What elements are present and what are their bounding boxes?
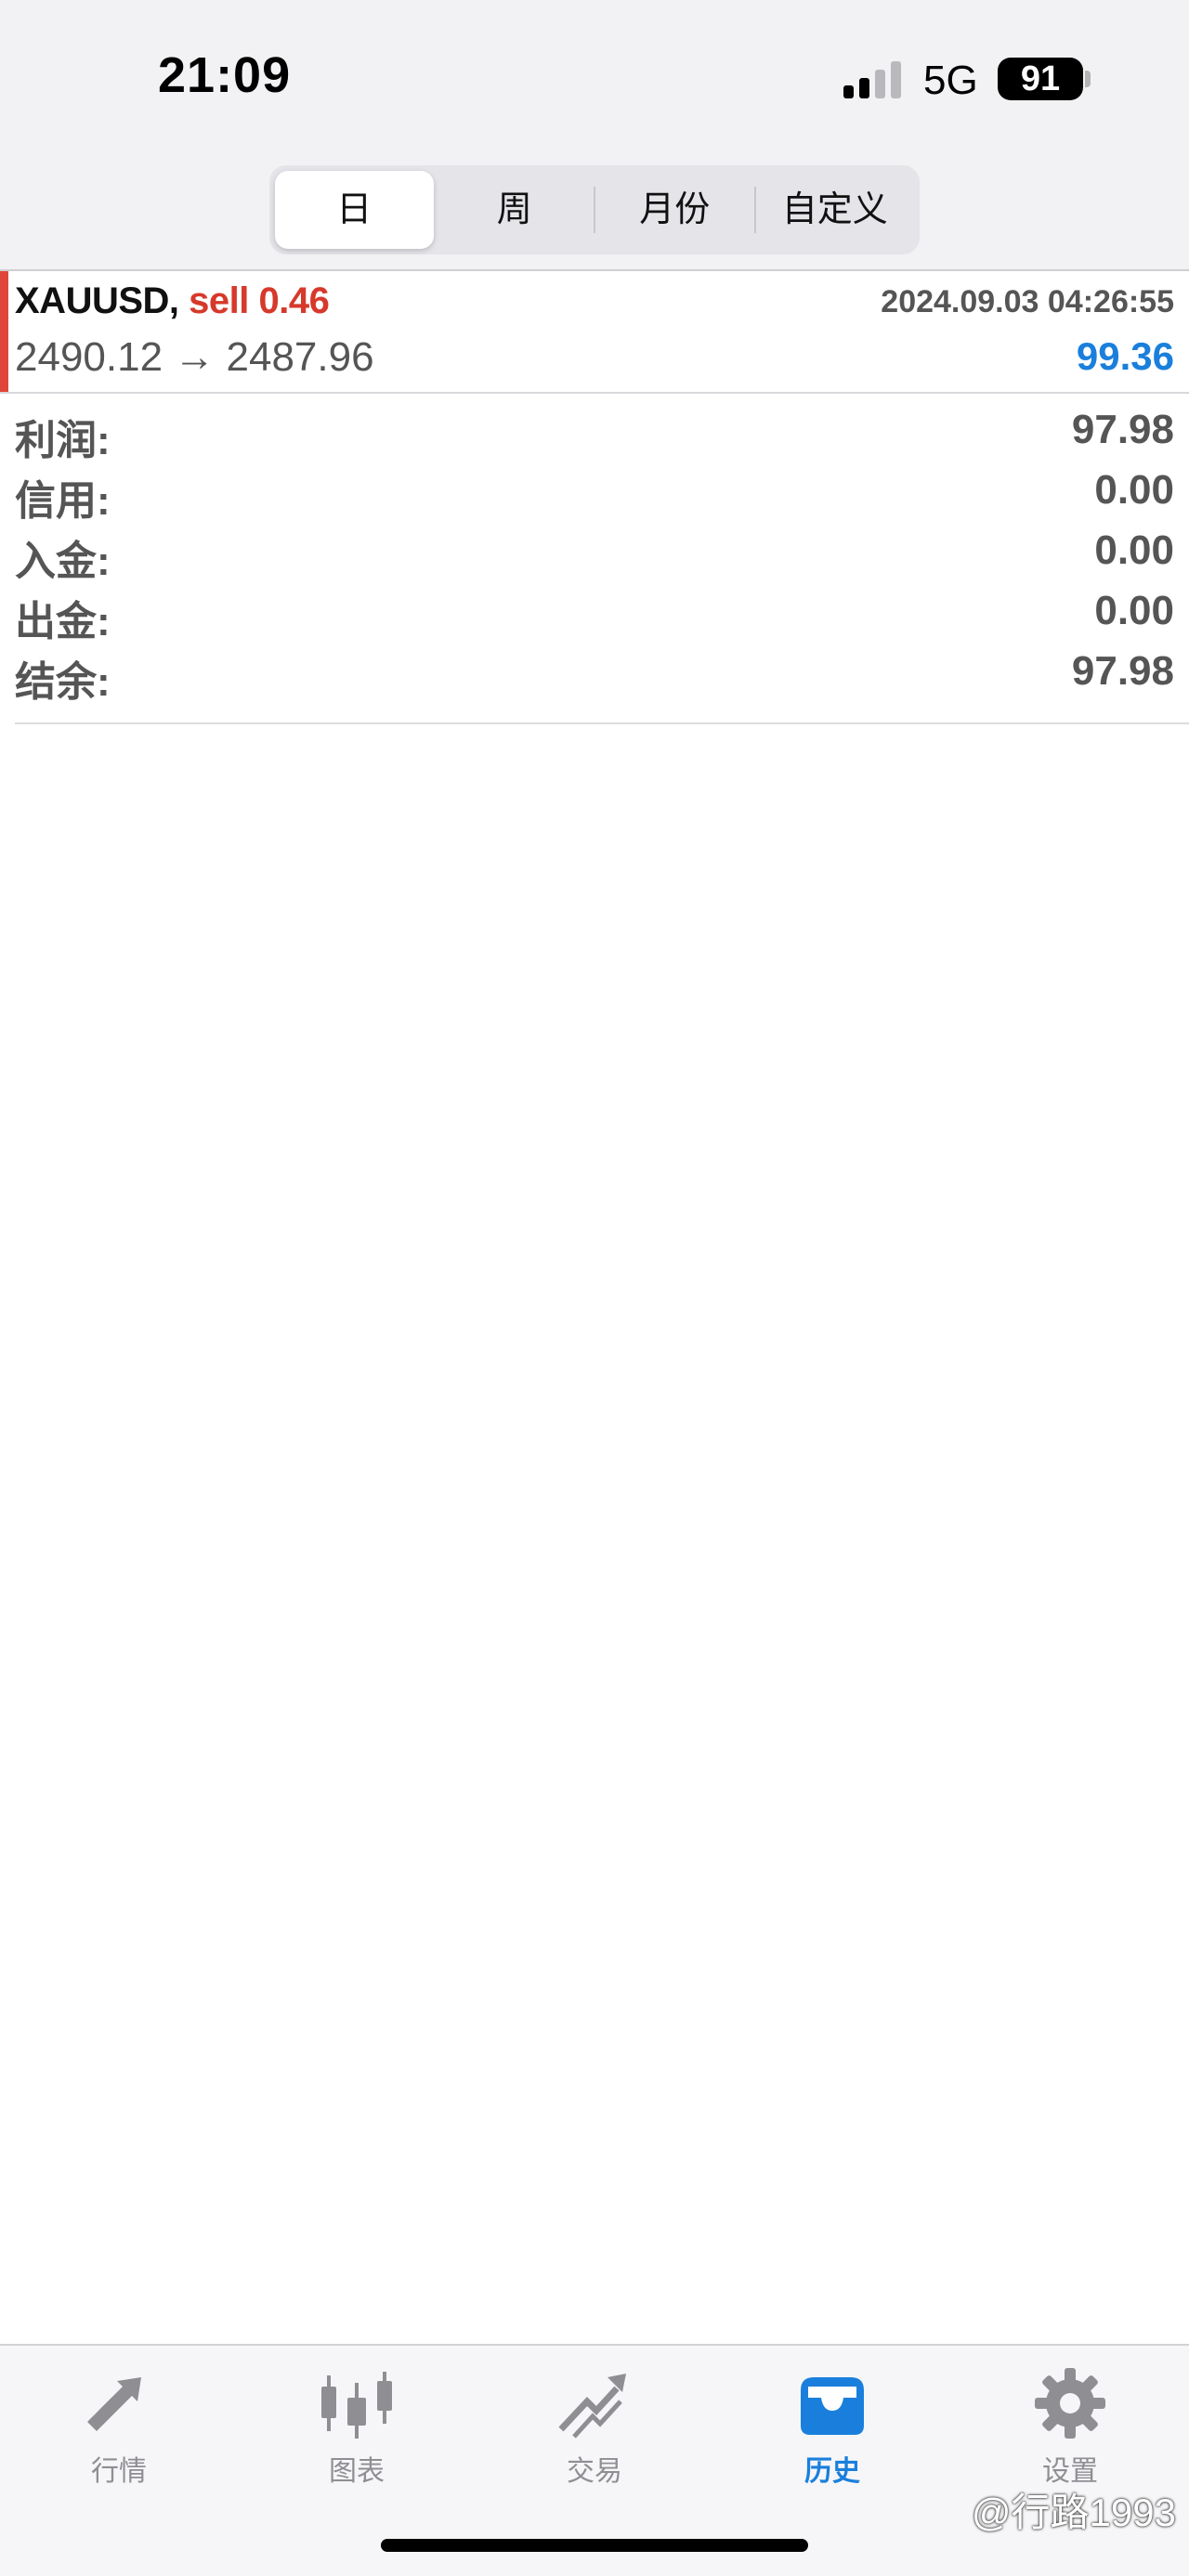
candlestick-chart-icon: [321, 2372, 392, 2439]
tab-trade[interactable]: 交易: [476, 2364, 713, 2504]
trade-title: XAUUSD, sell 0.46: [15, 280, 330, 322]
gear-icon: [1035, 2368, 1105, 2439]
trade-side-volume: sell 0.46: [189, 280, 330, 321]
summary-label: 出金:: [15, 599, 111, 644]
history-screen: 21:09 5G 91 日 周 月份 自定义 XAUUSD, sell 0.46…: [0, 0, 1189, 2576]
trade-prices: 2490.12 → 2487.96: [15, 334, 374, 380]
trade-trend-icon: [558, 2374, 626, 2439]
segment-week[interactable]: 周: [436, 171, 594, 249]
signal-bars-icon: [843, 61, 901, 98]
summary-label: 利润:: [15, 418, 111, 463]
status-time: 21:09: [158, 47, 292, 103]
summary-row-profit: 利润: 97.98: [0, 399, 1189, 463]
tab-label: 行情: [91, 2456, 147, 2487]
network-type: 5G: [923, 58, 978, 103]
tab-history[interactable]: 历史: [713, 2364, 951, 2504]
summary-row-deposit: 入金: 0.00: [0, 520, 1189, 584]
trade-profit: 99.36: [1076, 334, 1174, 378]
battery-icon: 91: [998, 58, 1083, 100]
tab-label: 交易: [567, 2456, 622, 2487]
segment-day[interactable]: 日: [275, 171, 434, 249]
battery-level: 91: [1020, 59, 1061, 98]
tab-quotes[interactable]: 行情: [0, 2364, 238, 2504]
tab-label: 图表: [329, 2456, 385, 2487]
status-bar: 21:09 5G 91: [0, 0, 1189, 149]
summary-row-withdrawal: 出金: 0.00: [0, 580, 1189, 644]
summary-value: 97.98: [1071, 407, 1174, 452]
summary-row-credit: 信用: 0.00: [0, 460, 1189, 524]
trade-symbol: XAUUSD,: [15, 280, 179, 321]
summary-value: 0.00: [1094, 527, 1174, 573]
period-filter-area: 日 周 月份 自定义: [0, 149, 1189, 269]
summary-value: 0.00: [1094, 588, 1174, 633]
trade-datetime: 2024.09.03 04:26:55: [881, 284, 1174, 319]
summary-label: 入金:: [15, 539, 111, 584]
account-summary: 利润: 97.98 信用: 0.00 入金: 0.00 出金: 0.00 结余:…: [0, 399, 1189, 705]
segment-month[interactable]: 月份: [595, 171, 754, 249]
divider: [15, 722, 1189, 724]
battery-cap: [1085, 71, 1091, 87]
period-segmented-control: 日 周 月份 自定义: [269, 165, 920, 254]
segment-custom[interactable]: 自定义: [756, 171, 915, 249]
divider: [0, 392, 1189, 394]
quotes-arrows-icon: [87, 2377, 141, 2431]
tab-label: 历史: [804, 2456, 860, 2487]
sell-indicator-bar: [0, 271, 8, 392]
tab-chart[interactable]: 图表: [238, 2364, 476, 2504]
summary-row-balance: 结余: 97.98: [0, 641, 1189, 705]
home-indicator[interactable]: [381, 2539, 808, 2552]
trade-row[interactable]: XAUUSD, sell 0.46 2024.09.03 04:26:55 24…: [0, 271, 1189, 392]
summary-label: 信用:: [15, 478, 111, 524]
summary-value: 97.98: [1071, 648, 1174, 694]
summary-label: 结余:: [15, 659, 111, 705]
history-inbox-icon: [801, 2377, 864, 2435]
summary-value: 0.00: [1094, 467, 1174, 513]
watermark: @行路1993: [971, 2491, 1176, 2534]
